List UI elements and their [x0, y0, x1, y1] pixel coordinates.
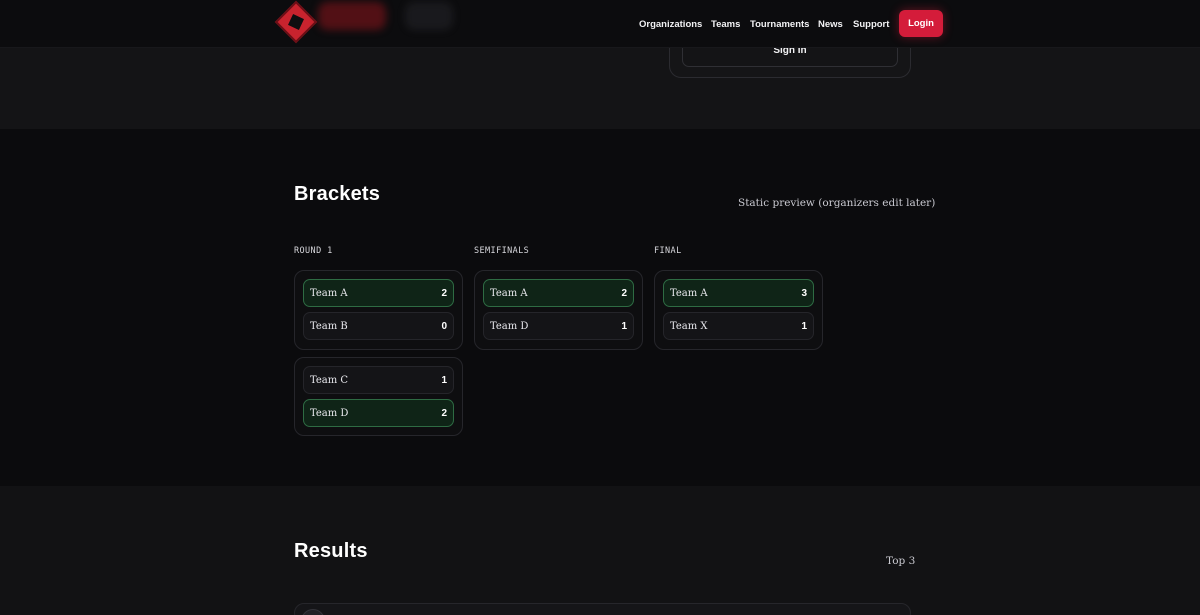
- match-card: Team A 2 Team B 0: [294, 270, 463, 350]
- team-score: 3: [801, 287, 807, 299]
- results-section: Results Top 3: [0, 486, 1200, 615]
- nav-teams[interactable]: Teams: [711, 0, 740, 48]
- team-row[interactable]: Team A 2: [483, 279, 634, 307]
- results-card: [294, 603, 911, 615]
- team-name: Team B: [310, 320, 348, 332]
- team-score: 2: [621, 287, 627, 299]
- nav-link[interactable]: Support: [853, 19, 889, 30]
- nav-link[interactable]: Tournaments: [750, 19, 809, 30]
- team-name: Team A: [670, 287, 708, 299]
- team-score: 2: [441, 407, 447, 419]
- round-label: ROUND 1: [294, 246, 333, 256]
- team-score: 1: [621, 320, 627, 332]
- team-row[interactable]: Team D 1: [483, 312, 634, 340]
- team-score: 0: [441, 320, 447, 332]
- brackets-title: Brackets: [294, 183, 381, 205]
- results-meta: Top 3: [886, 555, 916, 567]
- brackets-section: Brackets Static preview (organizers edit…: [0, 129, 1200, 486]
- results-title: Results: [294, 540, 368, 562]
- team-score: 2: [441, 287, 447, 299]
- team-name: Team D: [490, 320, 529, 332]
- blurred-brand-pill: [318, 2, 386, 30]
- team-score: 1: [801, 320, 807, 332]
- avatar: [301, 609, 325, 615]
- team-row[interactable]: Team X 1: [663, 312, 814, 340]
- nav-link[interactable]: News: [818, 19, 843, 30]
- round-label: SEMIFINALS: [474, 246, 530, 256]
- login-button[interactable]: Login: [899, 10, 943, 37]
- nav-news[interactable]: News: [818, 0, 843, 48]
- brackets-meta: Static preview (organizers edit later): [738, 197, 936, 209]
- team-name: Team D: [310, 407, 349, 419]
- logo-mark: [288, 14, 304, 30]
- blurred-secondary-pill: [405, 2, 453, 30]
- match-card: Team A 2 Team D 1: [474, 270, 643, 350]
- team-row[interactable]: Team C 1: [303, 366, 454, 394]
- match-card: Team C 1 Team D 2: [294, 357, 463, 436]
- team-name: Team C: [310, 374, 349, 386]
- nav-link[interactable]: Organizations: [639, 19, 702, 30]
- team-row[interactable]: Team B 0: [303, 312, 454, 340]
- team-score: 1: [441, 374, 447, 386]
- round-label: FINAL: [654, 246, 682, 256]
- nav-link[interactable]: Teams: [711, 19, 740, 30]
- nav-tournaments[interactable]: Tournaments: [750, 0, 809, 48]
- nav-organizations[interactable]: Organizations: [639, 0, 702, 48]
- logo-icon[interactable]: [274, 0, 318, 44]
- team-name: Team X: [670, 320, 708, 332]
- team-row[interactable]: Team A 3: [663, 279, 814, 307]
- team-name: Team A: [490, 287, 528, 299]
- team-name: Team A: [310, 287, 348, 299]
- site-header: Organizations Teams Tournaments News Sup…: [0, 0, 1200, 48]
- match-card: Team A 3 Team X 1: [654, 270, 823, 350]
- team-row[interactable]: Team D 2: [303, 399, 454, 427]
- nav-support[interactable]: Support: [853, 0, 889, 48]
- team-row[interactable]: Team A 2: [303, 279, 454, 307]
